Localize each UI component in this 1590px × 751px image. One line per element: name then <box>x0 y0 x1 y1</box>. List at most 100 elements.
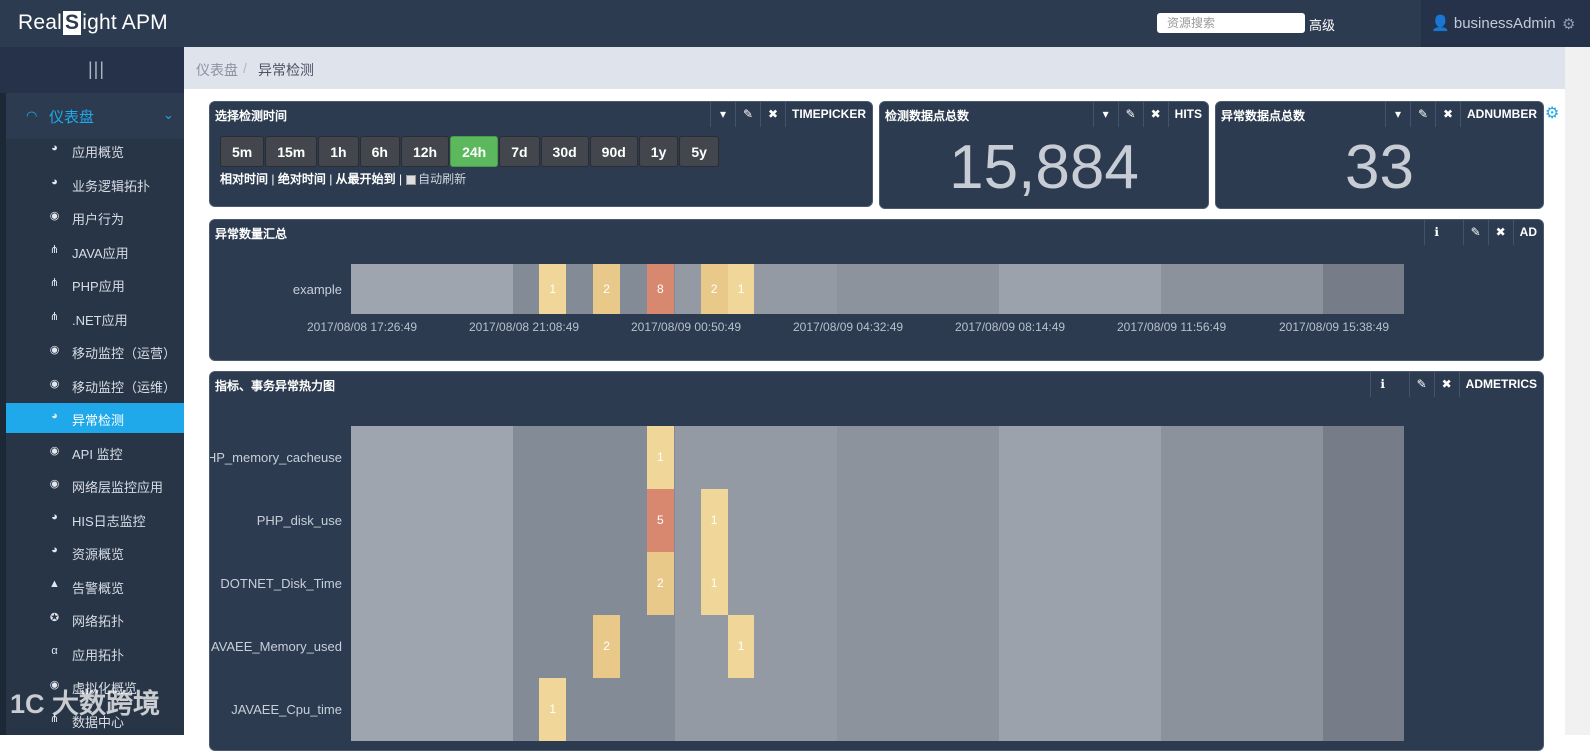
range-button[interactable]: 30d <box>540 136 589 167</box>
range-button[interactable]: 1h <box>318 136 359 167</box>
anomaly-cell[interactable]: 2 <box>700 264 728 314</box>
sidebar-item[interactable]: ◉ API 监控 <box>6 437 184 467</box>
caret-down-icon[interactable]: ▾ <box>1385 102 1410 127</box>
info-icon[interactable]: ℹ <box>1423 220 1449 245</box>
relative-time-link[interactable]: 相对时间 <box>220 172 268 186</box>
anomaly-cell[interactable]: 8 <box>646 264 674 314</box>
sidebar-item-label: 移动监控（运维） <box>72 379 177 395</box>
advanced-search-link[interactable]: 高级 <box>1309 15 1335 34</box>
anomaly-cell[interactable]: 1 <box>646 426 674 489</box>
sitemap-icon: ⋔ <box>49 243 60 256</box>
info-icon[interactable]: ℹ <box>1369 372 1395 397</box>
cogs-icon[interactable]: ⚙ <box>1545 103 1559 123</box>
sidebar-item-label: 业务逻辑拓扑 <box>72 178 151 194</box>
range-button[interactable]: 1y <box>638 136 679 167</box>
dashboard-icon: ◉ <box>49 377 60 390</box>
panel-toolbar: ℹ ✎ ✖ ADMETRICS <box>1369 372 1543 397</box>
panel-type-tag: ADMETRICS <box>1458 372 1543 397</box>
anomaly-cell[interactable]: 1 <box>539 264 567 314</box>
wrench-icon[interactable]: ✎ <box>1117 102 1143 127</box>
close-icon[interactable]: ✖ <box>1433 372 1459 397</box>
dashboard-icon: ◉ <box>49 210 60 222</box>
wrench-icon[interactable]: ✎ <box>1410 102 1435 127</box>
sidebar-item[interactable]: ◉ 网络层监控应用 <box>6 470 184 500</box>
anomaly-cell[interactable]: 1 <box>539 678 567 741</box>
sidebar-item[interactable]: ▲ 告警概览 <box>6 571 184 601</box>
panel-toolbar: ▾ ✎ ✖ ADNUMBER <box>1385 102 1543 127</box>
resource-search-input[interactable] <box>1157 13 1305 33</box>
range-button[interactable]: 90d <box>589 136 638 167</box>
anomaly-cell[interactable]: 1 <box>727 264 755 314</box>
range-button[interactable]: 12h <box>400 136 450 167</box>
sidebar-item[interactable]: ⋔ PHP应用 <box>6 269 184 299</box>
link-divider: | <box>399 172 403 186</box>
heatmap-background-cell <box>351 489 513 552</box>
x-axis-tick: 2017/08/09 15:38:49 <box>1279 320 1390 334</box>
sidebar-item[interactable]: ◕ HIS日志监控 <box>6 504 184 534</box>
since-start-link[interactable]: 从最开始到 <box>336 172 396 186</box>
heatmap-background-cell <box>1161 264 1323 314</box>
sidebar-item[interactable]: ⋔ .NET应用 <box>6 303 184 333</box>
range-button[interactable]: 5y <box>679 136 719 167</box>
sitemap-icon: ⋔ <box>49 277 60 289</box>
panel-title: 异常数据点总数 <box>1221 109 1306 123</box>
globe-icon: ◕ <box>51 410 58 422</box>
heatmap-background-cell <box>837 264 999 314</box>
user-name: businessAdmin <box>1453 15 1556 32</box>
sidebar-toggle-button[interactable]: ||| <box>0 47 184 93</box>
heatmap-background-cell <box>1323 678 1404 741</box>
anomaly-cell[interactable]: 2 <box>593 264 620 314</box>
range-button[interactable]: 6h <box>359 136 400 167</box>
sidebar-item-label: 告警概览 <box>72 580 125 596</box>
range-button[interactable]: 24h <box>450 136 499 167</box>
anomaly-cell[interactable]: 1 <box>700 489 728 552</box>
panel-title: 异常数量汇总 <box>215 227 288 241</box>
page-scrollbar[interactable] <box>1565 47 1590 735</box>
close-icon[interactable]: ✖ <box>759 102 785 127</box>
close-icon[interactable]: ✖ <box>1487 220 1513 245</box>
sidebar-item-label: PHP应用 <box>72 279 125 294</box>
heatmap-background-cell <box>1161 615 1323 678</box>
sidebar-item[interactable]: ◕ 应用概览 <box>6 135 184 165</box>
heatmap-background-cell <box>1323 552 1404 615</box>
sidebar-item-dashboard[interactable]: ◠ 仪表盘 ⌄ <box>6 93 184 139</box>
sidebar-item[interactable]: ✪ 网络拓扑 <box>6 604 184 634</box>
wrench-icon[interactable]: ✎ <box>1408 372 1434 397</box>
user-menu[interactable]: 👤 businessAdmin ⚙ <box>1421 0 1590 47</box>
absolute-time-link[interactable]: 绝对时间 <box>278 172 326 186</box>
wrench-icon[interactable]: ✎ <box>734 102 760 127</box>
sidebar-item[interactable]: ◕ 资源概览 <box>6 537 184 567</box>
close-icon[interactable]: ✖ <box>1435 102 1460 127</box>
anomaly-cell[interactable]: 1 <box>700 552 728 615</box>
sidebar-item[interactable]: ◉ 移动监控（运维） <box>6 370 184 400</box>
sidebar-item[interactable]: ◕ 异常检测 <box>6 403 184 433</box>
breadcrumb-dashboard-link[interactable]: 仪表盘 <box>196 60 238 80</box>
heatmap-background-cell <box>1161 489 1323 552</box>
globe-icon: ◕ <box>51 175 58 188</box>
metric-row-label: PHP_disk_use <box>256 513 342 528</box>
sidebar-item[interactable]: α 应用拓扑 <box>6 638 184 668</box>
range-button[interactable]: 7d <box>499 136 540 167</box>
wrench-icon[interactable]: ✎ <box>1462 220 1488 245</box>
sidebar-item[interactable]: ◉ 移动监控（运营） <box>6 336 184 366</box>
close-icon[interactable]: ✖ <box>1142 102 1168 127</box>
auto-refresh-checkbox[interactable] <box>406 174 417 185</box>
settings-gear-icon[interactable]: ⚙ <box>1562 15 1575 33</box>
toolbar-spacer <box>1449 220 1463 245</box>
metric-row-label: DOTNET_Disk_Time <box>220 576 342 591</box>
anomaly-cell[interactable]: 2 <box>593 615 620 678</box>
anomaly-cell[interactable]: 2 <box>646 552 674 615</box>
range-button[interactable]: 15m <box>265 136 318 167</box>
time-mode-links: 相对时间 | 绝对时间 | 从最开始到 | 自动刷新 <box>220 170 466 187</box>
sidebar-item[interactable]: ◉ 用户行为 <box>6 202 184 232</box>
sidebar-item[interactable]: ⋔ JAVA应用 <box>6 236 184 266</box>
caret-down-icon[interactable]: ▾ <box>709 102 735 127</box>
range-button[interactable]: 5m <box>220 136 265 167</box>
sidebar-item[interactable]: ◕ 业务逻辑拓扑 <box>6 169 184 199</box>
caret-down-icon[interactable]: ▾ <box>1092 102 1118 127</box>
panel-toolbar: ▾ ✎ ✖ HITS <box>1092 102 1208 127</box>
anomaly-cell[interactable]: 5 <box>646 489 674 552</box>
anomaly-cell[interactable]: 1 <box>727 615 755 678</box>
hits-panel: 检测数据点总数 ▾ ✎ ✖ HITS 15,884 <box>879 101 1209 209</box>
app-logo[interactable]: Real Sight APM <box>18 11 168 35</box>
